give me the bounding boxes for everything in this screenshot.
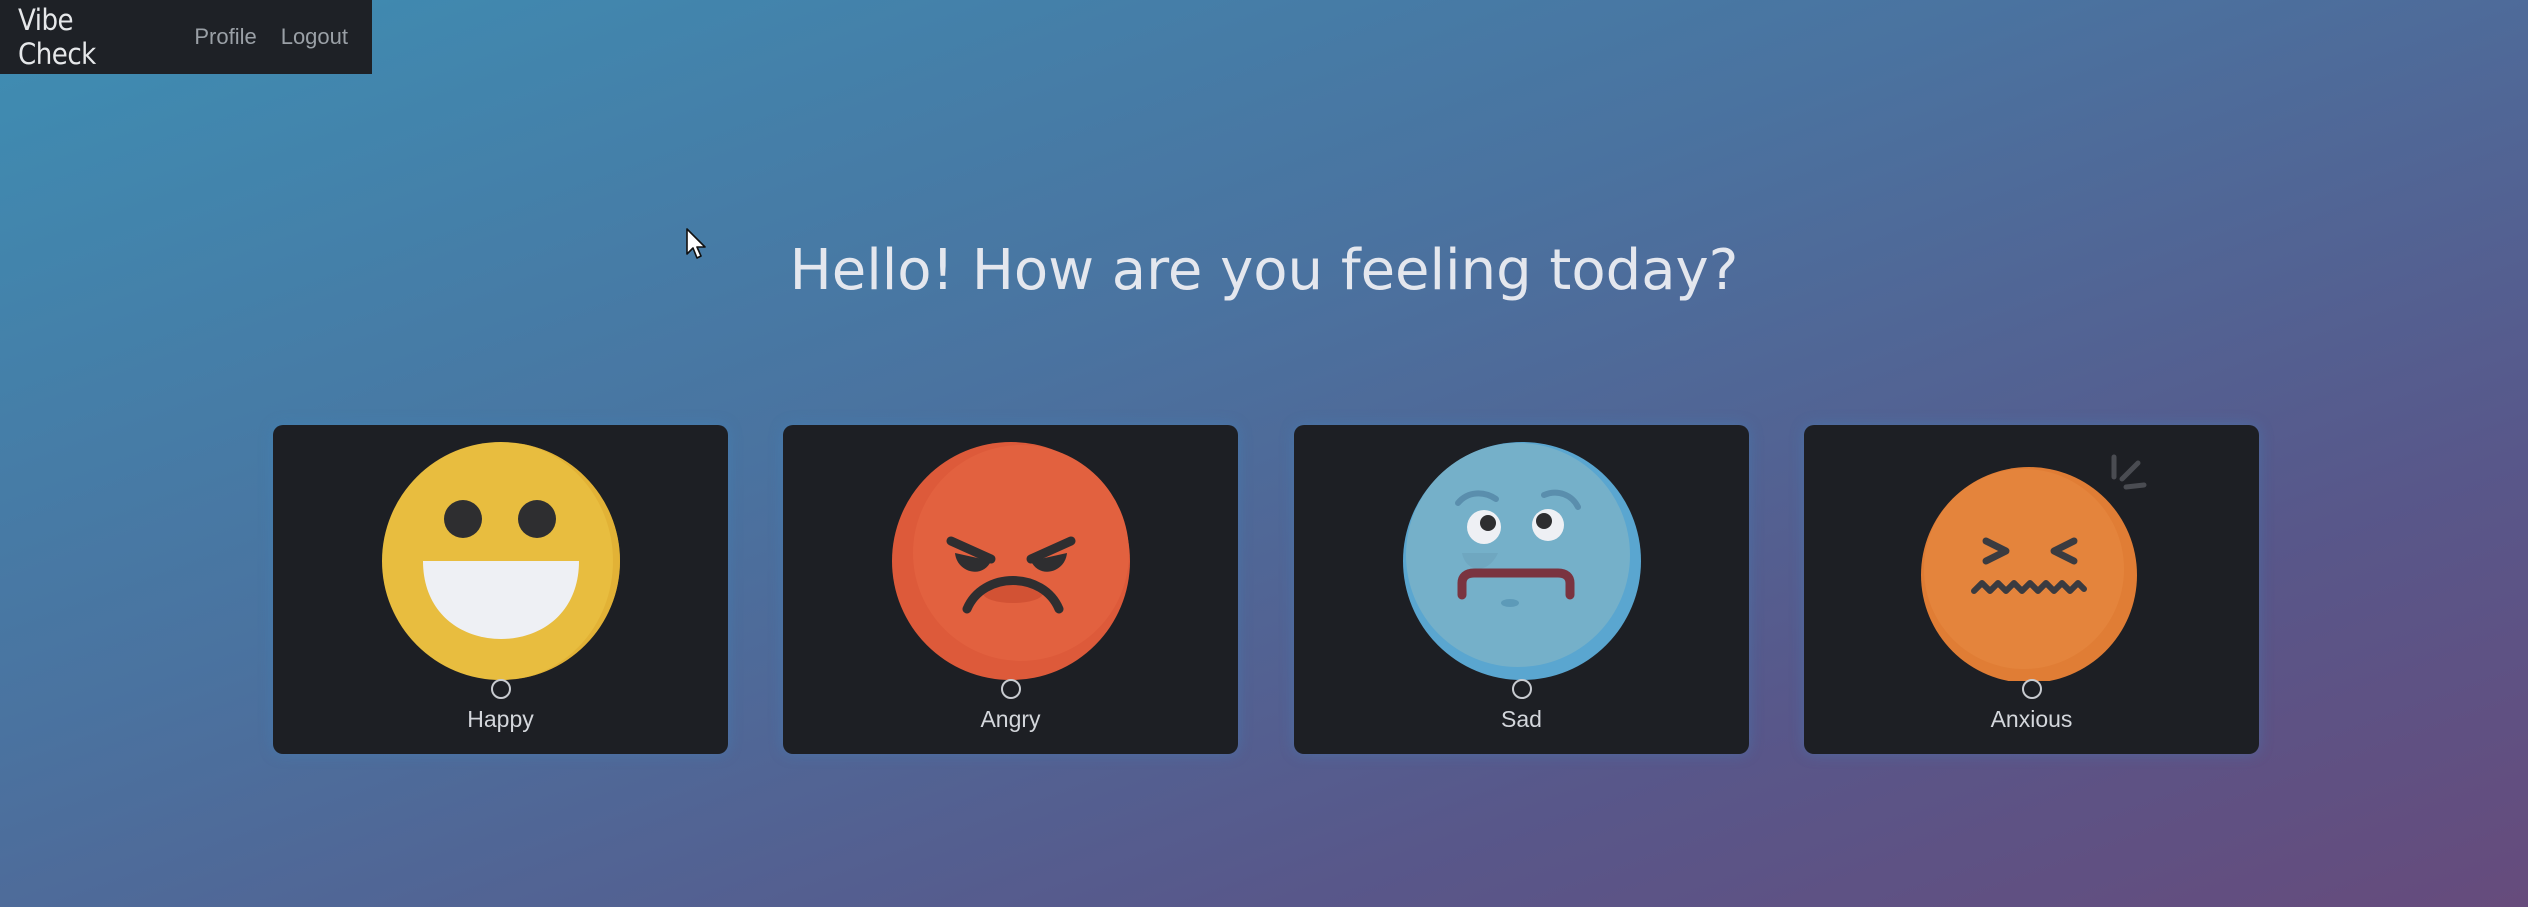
nav-link-profile[interactable]: Profile xyxy=(194,24,256,50)
mood-label-sad: Sad xyxy=(1501,706,1542,732)
nav-link-logout[interactable]: Logout xyxy=(281,24,348,50)
navbar: Vibe Check Profile Logout xyxy=(0,0,372,74)
mood-label-anxious: Anxious xyxy=(1990,706,2073,732)
mood-radio-anxious[interactable] xyxy=(2021,679,2042,699)
mood-radio-angry[interactable] xyxy=(1000,679,1021,699)
happy-face-icon xyxy=(381,442,620,680)
mood-radio-sad[interactable] xyxy=(1511,679,1532,699)
mood-label-angry: Angry xyxy=(980,706,1041,732)
page-heading: Hello! How are you feeling today? xyxy=(789,238,1739,303)
sad-face-icon xyxy=(1402,442,1641,680)
anxious-face-icon xyxy=(1920,454,2146,681)
mood-label-happy: Happy xyxy=(467,706,534,732)
mood-card-anxious[interactable]: Anxious xyxy=(1804,425,2259,754)
mood-radio-happy[interactable] xyxy=(490,679,511,699)
mood-card-angry[interactable]: Angry xyxy=(783,425,1238,754)
brand-logo[interactable]: Vibe Check xyxy=(18,3,158,71)
mood-card-happy[interactable]: Happy xyxy=(273,425,728,754)
angry-face-icon xyxy=(891,442,1130,680)
mood-card-sad[interactable]: Sad xyxy=(1294,425,1749,754)
